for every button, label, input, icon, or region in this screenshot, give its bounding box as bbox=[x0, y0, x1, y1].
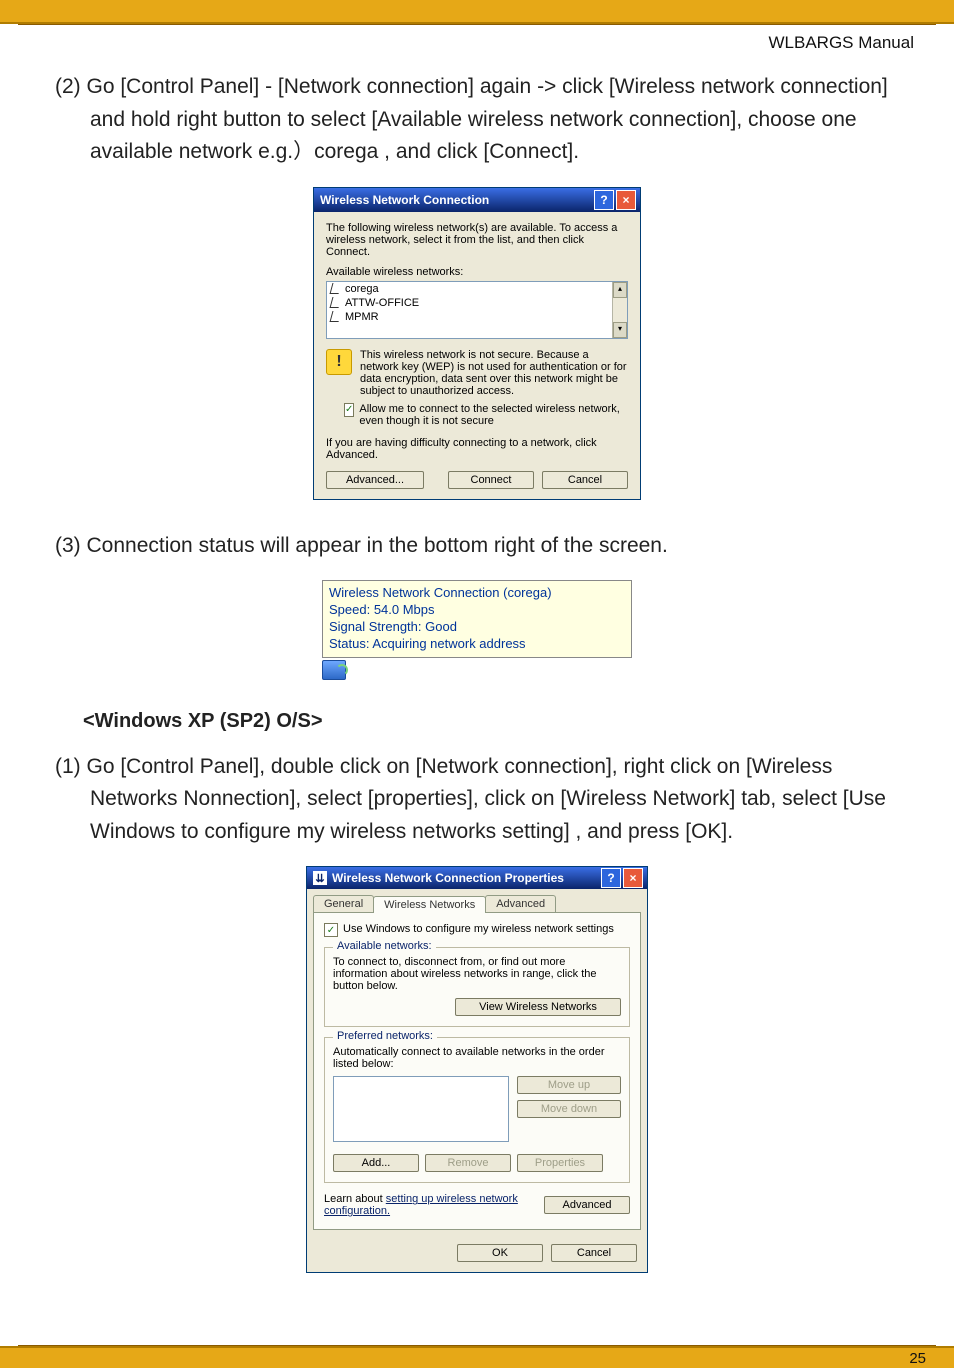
tab-bar: General Wireless Networks Advanced bbox=[307, 889, 647, 912]
warning-icon: ! bbox=[326, 349, 352, 375]
dialog2-titlebar: ⇊ Wireless Network Connection Properties… bbox=[307, 867, 647, 889]
group-legend-available: Available networks: bbox=[333, 940, 436, 952]
advanced-button[interactable]: Advanced... bbox=[326, 471, 424, 489]
group-preferred-networks: Preferred networks: Automatically connec… bbox=[324, 1037, 630, 1183]
cancel-button-2[interactable]: Cancel bbox=[551, 1244, 637, 1262]
dialog1-titlebar: Wireless Network Connection ? × bbox=[314, 188, 640, 212]
dialog-wireless-network-connection: Wireless Network Connection ? × The foll… bbox=[313, 187, 641, 500]
figure-wireless-connection-dialog: Wireless Network Connection ? × The foll… bbox=[55, 187, 899, 500]
dialog1-title: Wireless Network Connection bbox=[320, 193, 592, 207]
allow-connect-label: Allow me to connect to the selected wire… bbox=[359, 403, 628, 427]
help-icon[interactable]: ? bbox=[594, 190, 614, 210]
network-list[interactable]: corega ATTW-OFFICE MPMR ▴ ▾ bbox=[326, 281, 628, 339]
top-accent-bar bbox=[0, 0, 954, 24]
network-tray-icon[interactable] bbox=[322, 660, 346, 680]
view-wireless-networks-button[interactable]: View Wireless Networks bbox=[455, 998, 621, 1016]
tab-advanced[interactable]: Advanced bbox=[485, 895, 556, 912]
ok-button[interactable]: OK bbox=[457, 1244, 543, 1262]
available-help-text: To connect to, disconnect from, or find … bbox=[333, 956, 621, 992]
available-networks-label: Available wireless networks: bbox=[326, 266, 628, 278]
scrollbar[interactable]: ▴ ▾ bbox=[612, 282, 627, 338]
dialog2-title: Wireless Network Connection Properties bbox=[332, 871, 599, 885]
step-2-text: (2) Go [Control Panel] - [Network connec… bbox=[55, 71, 899, 169]
step-3-text: (3) Connection status will appear in the… bbox=[55, 530, 899, 563]
list-item: ATTW-OFFICE bbox=[327, 296, 627, 310]
list-item: corega bbox=[327, 282, 627, 296]
antenna-icon bbox=[330, 297, 342, 308]
remove-button: Remove bbox=[425, 1154, 511, 1172]
learn-about-text: Learn about setting up wireless network … bbox=[324, 1193, 544, 1217]
manual-title: WLBARGS Manual bbox=[769, 33, 915, 53]
dialog-wnc-properties: ⇊ Wireless Network Connection Properties… bbox=[306, 866, 648, 1273]
step-1-xpsp2-text: (1) Go [Control Panel], double click on … bbox=[55, 751, 899, 849]
scroll-up-icon[interactable]: ▴ bbox=[613, 282, 627, 298]
cancel-button[interactable]: Cancel bbox=[542, 471, 628, 489]
security-warning-text: This wireless network is not secure. Bec… bbox=[360, 349, 628, 397]
page-number: 25 bbox=[0, 1348, 954, 1367]
balloon-title: Wireless Network Connection (corega) bbox=[329, 585, 625, 602]
status-balloon: Wireless Network Connection (corega) Spe… bbox=[322, 580, 632, 658]
bottom-accent-bar: 25 bbox=[0, 1346, 954, 1368]
figure-wnc-properties: ⇊ Wireless Network Connection Properties… bbox=[55, 866, 899, 1273]
dialog1-intro: The following wireless network(s) are av… bbox=[326, 222, 628, 258]
figure-status-balloon: Wireless Network Connection (corega) Spe… bbox=[55, 580, 899, 680]
tab-general[interactable]: General bbox=[313, 895, 374, 912]
section-heading-xpsp2: <Windows XP (SP2) O/S> bbox=[83, 710, 899, 733]
allow-connect-checkbox[interactable]: ✓ bbox=[344, 403, 354, 417]
difficulty-text: If you are having difficulty connecting … bbox=[326, 437, 628, 461]
preferred-help-text: Automatically connect to available netwo… bbox=[333, 1046, 621, 1070]
move-down-button: Move down bbox=[517, 1100, 621, 1118]
scroll-down-icon[interactable]: ▾ bbox=[613, 322, 627, 338]
use-windows-label: Use Windows to configure my wireless net… bbox=[343, 923, 614, 935]
connect-button[interactable]: Connect bbox=[448, 471, 534, 489]
help-icon[interactable]: ? bbox=[601, 868, 621, 888]
balloon-signal: Signal Strength: Good bbox=[329, 619, 625, 636]
properties-button: Properties bbox=[517, 1154, 603, 1172]
balloon-status: Status: Acquiring network address bbox=[329, 636, 625, 653]
add-button[interactable]: Add... bbox=[333, 1154, 419, 1172]
balloon-speed: Speed: 54.0 Mbps bbox=[329, 602, 625, 619]
window-icon: ⇊ bbox=[313, 871, 327, 885]
tab-wireless-networks[interactable]: Wireless Networks bbox=[373, 896, 486, 913]
list-item: MPMR bbox=[327, 310, 627, 324]
tab-panel: ✓ Use Windows to configure my wireless n… bbox=[313, 912, 641, 1230]
preferred-networks-list[interactable] bbox=[333, 1076, 509, 1142]
group-available-networks: Available networks: To connect to, disco… bbox=[324, 947, 630, 1027]
move-up-button: Move up bbox=[517, 1076, 621, 1094]
antenna-icon bbox=[330, 283, 342, 294]
use-windows-checkbox[interactable]: ✓ bbox=[324, 923, 338, 937]
group-legend-preferred: Preferred networks: bbox=[333, 1030, 437, 1042]
close-icon[interactable]: × bbox=[616, 190, 636, 210]
antenna-icon bbox=[330, 311, 342, 322]
close-icon[interactable]: × bbox=[623, 868, 643, 888]
advanced-button-2[interactable]: Advanced bbox=[544, 1196, 630, 1214]
